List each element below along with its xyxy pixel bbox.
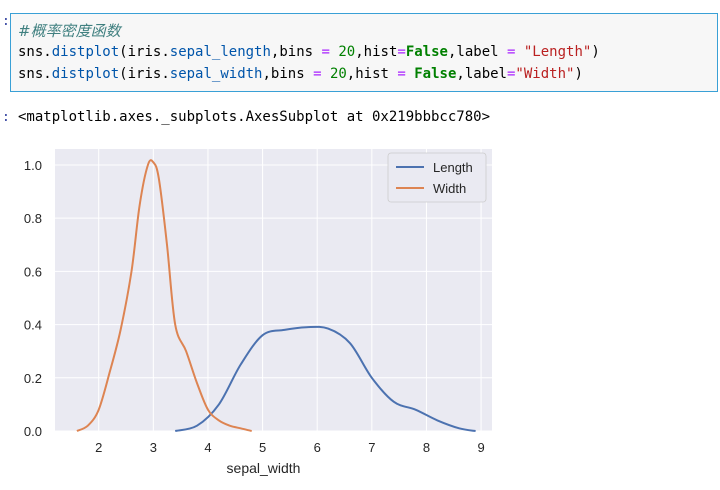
x-tick-label: 8	[423, 440, 430, 455]
y-tick-label: 0.8	[24, 211, 42, 226]
code-token: distplot	[51, 66, 120, 82]
x-axis-label: sepal_width	[227, 460, 301, 476]
legend-label: Width	[433, 181, 466, 196]
x-tick-label: 4	[204, 440, 211, 455]
code-token: .	[161, 66, 170, 82]
y-tick-label: 1.0	[24, 158, 42, 173]
output-repr: <matplotlib.axes._subplots.AxesSubplot a…	[18, 109, 491, 125]
code-token: False	[405, 44, 448, 60]
y-tick-label: 0.4	[24, 318, 42, 333]
input-prompt: :	[2, 14, 10, 29]
x-tick-label: 2	[95, 440, 102, 455]
x-tick-label: 5	[259, 440, 266, 455]
chart-svg: 2 3 4 5 6 7 8 9 0.0 0.2 0.4 0.6 0.8 1.0 sepal_width L…	[24, 149, 492, 476]
x-tick-label: 7	[368, 440, 375, 455]
code-token: sepal_length	[169, 44, 271, 60]
code-token: "Width"	[515, 66, 575, 82]
code-token: ,hist	[355, 44, 398, 60]
x-tick-label: 3	[150, 440, 157, 455]
code-token: sns	[18, 44, 44, 60]
code-token: =	[397, 66, 406, 82]
code-token: ,label	[456, 66, 507, 82]
kde-chart: 2 3 4 5 6 7 8 9 0.0 0.2 0.4 0.6 0.8 1.0 sepal_width L…	[0, 140, 520, 489]
code-token: sepal_width	[169, 66, 263, 82]
code-token: (iris	[119, 44, 162, 60]
code-cell[interactable]: #概率密度函数 sns.distplot(iris.sepal_length,b…	[10, 13, 718, 92]
code-token: =	[397, 44, 406, 60]
code-token: .	[43, 44, 52, 60]
code-token: =	[321, 44, 330, 60]
code-token: False	[414, 66, 457, 82]
output-prompt: :	[2, 110, 10, 125]
y-tick-label: 0.2	[24, 371, 42, 386]
code-token: .	[43, 66, 52, 82]
code-token: )	[574, 66, 583, 82]
code-token: sns	[18, 66, 44, 82]
x-tick-label: 6	[314, 440, 321, 455]
code-token: distplot	[51, 44, 120, 60]
code-token: ,hist	[346, 66, 398, 82]
legend-label: Length	[433, 160, 473, 175]
y-tick-label: 0.6	[24, 264, 42, 279]
code-token: 20	[329, 66, 347, 82]
code-line-2: sns.distplot(iris.sepal_width,bins = 20,…	[18, 66, 583, 82]
x-tick-label: 9	[477, 440, 484, 455]
code-token: ,bins	[270, 44, 322, 60]
code-token: (iris	[119, 66, 162, 82]
code-line-1: sns.distplot(iris.sepal_length,bins = 20…	[18, 44, 600, 60]
y-tick-label: 0.0	[24, 424, 42, 439]
legend: Length Width	[387, 152, 487, 203]
code-comment: #概率密度函数	[18, 22, 121, 40]
code-token: "Length"	[523, 44, 592, 60]
code-token: .	[161, 44, 170, 60]
code-token: )	[591, 44, 600, 60]
code-token: 20	[338, 44, 356, 60]
code-token: ,bins	[262, 66, 314, 82]
code-token: =	[313, 66, 322, 82]
code-token: ,label	[447, 44, 507, 60]
